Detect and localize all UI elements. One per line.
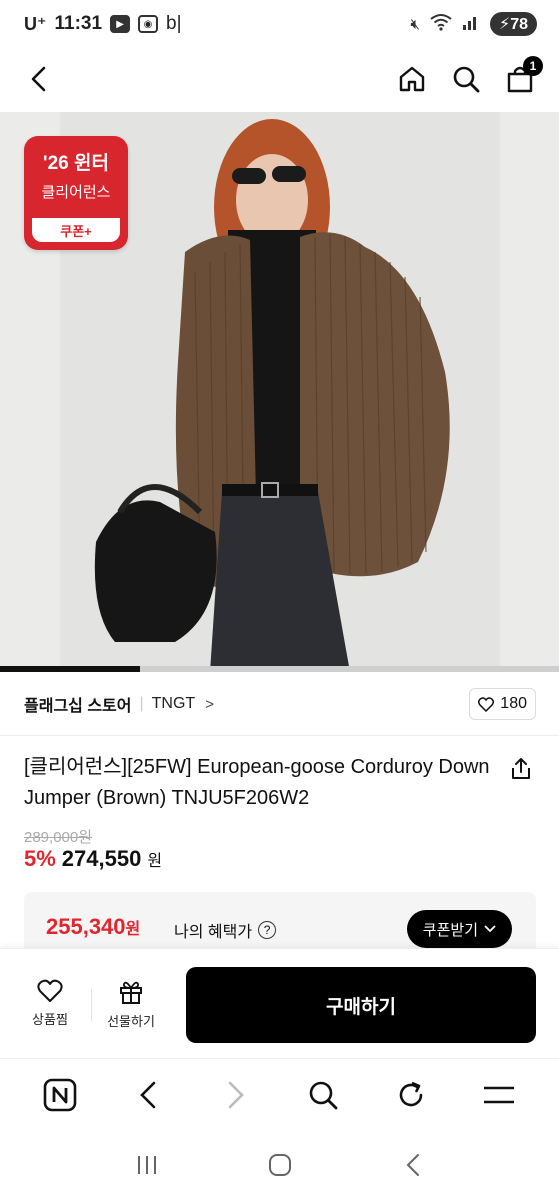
divider xyxy=(0,735,559,736)
chevron-left-icon xyxy=(31,66,46,92)
promo-badge-line2: 클리어런스 xyxy=(41,184,111,201)
purchase-action-bar: 상품찜 선물하기 구매하기 xyxy=(0,948,559,1058)
benefit-price-value: 255,340 xyxy=(46,914,126,939)
product-image-carousel[interactable]: '26 윈터 클리어런스 쿠폰+ xyxy=(0,112,559,672)
heart-icon xyxy=(478,696,495,712)
cart-count-badge: 1 xyxy=(523,56,543,76)
status-bar: U⁺ 11:31 ▶ ◉ b| 🔇︎ ⚡78 xyxy=(0,0,559,48)
refresh-icon xyxy=(399,1081,423,1106)
coupon-button-label: 쿠폰받기 xyxy=(422,921,478,939)
wish-button[interactable]: 상품찜 xyxy=(20,979,80,1028)
action-separator xyxy=(91,989,92,1021)
naver-n-icon xyxy=(43,1078,77,1111)
price-row: 5% 274,550 원 xyxy=(24,846,162,872)
original-price: 289,000원 xyxy=(24,829,93,846)
image-progress-fill xyxy=(0,666,140,672)
system-home-button[interactable] xyxy=(258,1143,302,1187)
search-icon xyxy=(453,66,480,93)
top-nav-actions: 1 xyxy=(395,56,543,96)
carrier-label: U⁺ xyxy=(24,13,47,34)
share-button[interactable] xyxy=(506,754,536,784)
browser-refresh-button[interactable] xyxy=(389,1073,433,1117)
home-pill-icon xyxy=(268,1154,291,1176)
browser-menu-button[interactable] xyxy=(477,1073,521,1117)
status-left: U⁺ 11:31 ▶ ◉ b| xyxy=(24,13,182,35)
notification-text: b| xyxy=(166,13,182,34)
screenshot-icon: ◉ xyxy=(138,15,159,33)
gift-label: 선물하기 xyxy=(107,1014,155,1029)
clock: 11:31 xyxy=(54,13,103,34)
store-name: 플래그십 스토어 xyxy=(24,698,132,715)
store-link[interactable]: 플래그십 스토어 | TNGT > xyxy=(24,692,214,716)
search-icon xyxy=(310,1081,338,1109)
chevron-right-icon xyxy=(228,1081,244,1108)
chevron-right-icon: > xyxy=(205,695,214,713)
system-navigation-bar xyxy=(0,1130,559,1200)
heart-icon xyxy=(37,979,63,1002)
promo-badge-pill: 쿠폰+ xyxy=(32,218,120,242)
recent-apps-button[interactable] xyxy=(125,1143,169,1187)
signal-icon xyxy=(462,14,480,34)
store-like-button[interactable]: 180 xyxy=(469,688,536,720)
browser-toolbar xyxy=(0,1058,559,1130)
cart-button[interactable]: 1 xyxy=(503,56,543,96)
home-icon xyxy=(399,66,425,92)
benefit-label-text: 나의 혜택가 xyxy=(174,924,253,941)
back-button[interactable] xyxy=(22,62,56,96)
status-right: 🔇︎ ⚡78 xyxy=(411,12,537,36)
browser-search-button[interactable] xyxy=(301,1073,345,1117)
image-progress-track xyxy=(0,666,559,672)
gift-button[interactable]: 선물하기 xyxy=(101,979,161,1030)
coupon-promo-badge[interactable]: '26 윈터 클리어런스 쿠폰+ xyxy=(24,136,128,250)
store-separator: | xyxy=(139,695,144,712)
recent-apps-icon xyxy=(137,1156,156,1174)
gift-icon xyxy=(120,981,142,1004)
promo-badge-line1: '26 윈터 xyxy=(43,153,109,174)
search-button[interactable] xyxy=(449,62,483,96)
battery-level: 78 xyxy=(510,16,528,33)
chevron-left-icon xyxy=(406,1154,419,1176)
discount-rate: 5% xyxy=(24,846,56,871)
wish-label: 상품찜 xyxy=(32,1012,68,1027)
top-nav: 1 xyxy=(0,48,559,110)
benefit-price-unit: 원 xyxy=(125,921,141,938)
browser-back-button[interactable] xyxy=(126,1073,170,1117)
chevron-left-icon xyxy=(139,1081,156,1108)
store-like-count: 180 xyxy=(500,695,527,712)
wifi-icon xyxy=(430,13,452,35)
home-button[interactable] xyxy=(395,62,429,96)
sale-price: 274,550 xyxy=(61,846,142,871)
mute-icon: 🔇︎ xyxy=(410,15,420,33)
youtube-icon: ▶ xyxy=(110,15,131,33)
sale-price-unit: 원 xyxy=(147,853,163,870)
share-icon xyxy=(512,758,530,779)
benefit-label[interactable]: 나의 혜택가 ? xyxy=(174,918,277,942)
coupon-receive-button[interactable]: 쿠폰받기 xyxy=(406,910,512,948)
system-back-button[interactable] xyxy=(391,1143,435,1187)
help-icon[interactable]: ? xyxy=(258,921,277,939)
benefit-box: 255,340원 나의 혜택가 ? 쿠폰받기 xyxy=(24,892,536,948)
buy-button[interactable]: 구매하기 xyxy=(186,967,536,1043)
hamburger-menu-icon xyxy=(484,1086,515,1103)
benefit-price: 255,340원 xyxy=(46,914,140,940)
store-row: 플래그십 스토어 | TNGT > 180 xyxy=(24,684,536,724)
browser-forward-button[interactable] xyxy=(214,1073,258,1117)
brand-name: TNGT xyxy=(151,695,196,712)
battery-indicator: ⚡78 xyxy=(489,12,537,36)
product-title: [클리어런스][25FW] European-goose Corduroy Do… xyxy=(24,756,490,809)
chevron-down-icon xyxy=(484,925,496,933)
naver-home-button[interactable] xyxy=(38,1073,82,1117)
